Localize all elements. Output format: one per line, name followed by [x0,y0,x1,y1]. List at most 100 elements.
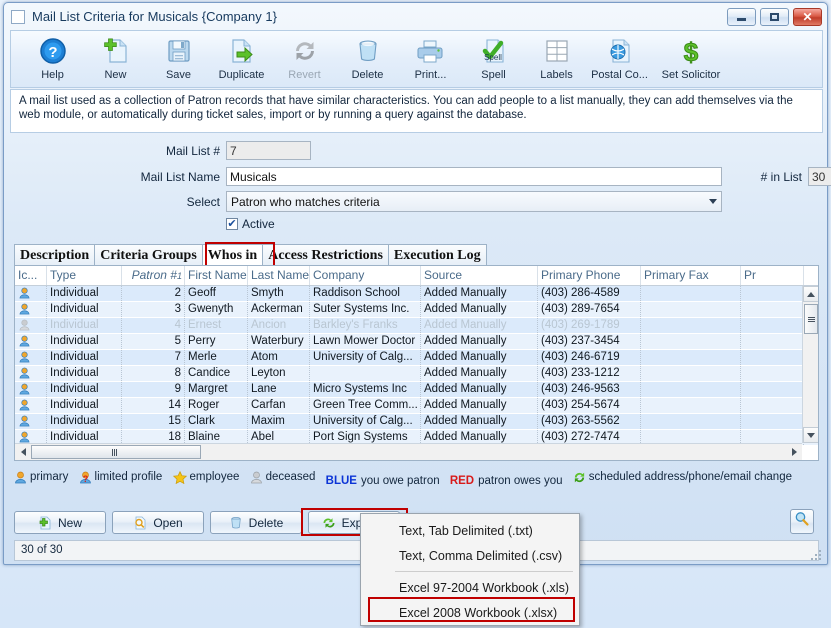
cell-pr [741,334,804,349]
search-button[interactable] [790,509,814,534]
column-header-source[interactable]: Source [421,266,538,285]
table-row[interactable]: Individual 7 Merle Atom University of Calg..… [15,350,818,366]
postal-code-icon [606,36,634,66]
cell-patron-number: 9 [122,382,185,397]
vertical-scroll-thumb[interactable] [804,304,818,334]
cell-last-name: Maxim [248,414,310,429]
table-row[interactable]: Individual 4 Ernest Ancion Barkley's Franks A… [15,318,818,334]
grid-horizontal-scrollbar[interactable] [15,443,802,460]
horizontal-scroll-thumb[interactable] [31,445,201,459]
cell-patron-number: 5 [122,334,185,349]
open-button[interactable]: Open [112,511,204,534]
column-header-type[interactable]: Type [47,266,122,285]
cell-primary-fax [641,334,741,349]
select-row: Select Patron who matches criteria [10,191,722,212]
svg-text:Spell: Spell [484,53,502,62]
menu-item-text-tab-delimited[interactable]: Text, Tab Delimited (.txt) [361,518,579,543]
column-header-company[interactable]: Company [310,266,421,285]
legend-item-limited-profile: ? limited profile [79,469,162,486]
new-button[interactable]: New [14,511,106,534]
maximize-button[interactable] [760,8,789,26]
set-solicitor-icon: $ [677,36,705,66]
cell-primary-phone: (403) 254-5674 [538,398,641,413]
toolbar-button-delete[interactable]: Delete [336,34,399,86]
menu-item-excel-2008[interactable]: Excel 2008 Workbook (.xlsx) [361,600,579,625]
toolbar-button-new[interactable]: New [84,34,147,86]
table-row[interactable]: Individual 3 Gwenyth Ackerman Suter Systems … [15,302,818,318]
toolbar-button-revert[interactable]: Revert [273,34,336,86]
scroll-up-button[interactable] [803,286,818,302]
toolbar-button-spell[interactable]: Spell Spell [462,34,525,86]
toolbar-button-help[interactable]: ? Help [21,34,84,86]
magnifier-icon [794,511,810,532]
active-label: Active [242,217,275,231]
mail-list-number-label: Mail List # [165,143,220,158]
scroll-left-button[interactable] [15,444,31,460]
table-row[interactable]: Individual 5 Perry Waterbury Lawn Mower Doct… [15,334,818,350]
resize-grip[interactable] [809,548,821,560]
mail-list-name-field[interactable]: Musicals [226,167,722,186]
toolbar-button-postal-code[interactable]: Postal Co... [588,34,651,86]
cell-patron-number: 4 [122,318,185,333]
arrow-up-icon [807,291,815,297]
tab-description[interactable]: Description [14,244,96,266]
cell-primary-phone: (403) 263-5562 [538,414,641,429]
active-checkbox[interactable]: ✔ Active [226,217,275,231]
print-icon [417,36,445,66]
cell-primary-phone: (403) 286-4589 [538,286,641,301]
grid-vertical-scrollbar[interactable] [802,286,818,443]
cell-primary-fax [641,318,741,333]
cell-type: Individual [47,334,122,349]
tab-bar: Description Criteria Groups Whos in Acce… [14,244,487,266]
toolbar-label: Set Solicitor [661,69,721,81]
table-row[interactable]: Individual 2 Geoff Smyth Raddison School Adde… [15,286,818,302]
title-bar: Mail List Criteria for Musicals {Company… [4,3,827,30]
toolbar-button-duplicate[interactable]: Duplicate [210,34,273,86]
delete-button[interactable]: Delete [210,511,302,534]
table-row[interactable]: Individual 15 Clark Maxim University of Calg… [15,414,818,430]
cell-type: Individual [47,414,122,429]
table-row[interactable]: Individual 8 Candice Leyton Added Manually (4… [15,366,818,382]
table-row[interactable]: Individual 14 Roger Carfan Green Tree Comm..… [15,398,818,414]
open-icon [133,516,147,530]
scroll-down-button[interactable] [803,427,818,443]
tab-execution-log[interactable]: Execution Log [387,244,487,266]
select-dropdown[interactable]: Patron who matches criteria [226,191,722,212]
delete-icon [229,516,243,530]
column-header-last-name[interactable]: Last Name [248,266,310,285]
cell-pr [741,318,804,333]
new-icon [38,516,52,530]
legend-item-employee: employee [172,469,239,486]
column-header-primary-fax[interactable]: Primary Fax [641,266,741,285]
legend-item-red: RED patron owes you [450,473,563,490]
column-header-icon[interactable]: Ic... [15,266,47,285]
cell-primary-fax [641,382,741,397]
table-row[interactable]: Individual 9 Margret Lane Micro Systems Inc A… [15,382,818,398]
toolbar-button-set-solicitor[interactable]: $ Set Solicitor [651,34,731,86]
menu-item-text-comma-delimited[interactable]: Text, Comma Delimited (.csv) [361,543,579,568]
mail-list-number-field[interactable]: 7 [226,141,311,160]
cell-source: Added Manually [421,318,538,333]
column-header-patron-number[interactable]: Patron #1 [122,266,185,285]
cell-company: Suter Systems Inc. [310,302,421,317]
scroll-right-button[interactable] [786,444,802,460]
column-header-pr[interactable]: Pr [741,266,804,285]
tab-whos-in[interactable]: Whos in [201,244,264,266]
tab-access-restrictions[interactable]: Access Restrictions [262,244,389,266]
toolbar-button-save[interactable]: Save [147,34,210,86]
cell-patron-number: 8 [122,366,185,381]
toolbar-button-print[interactable]: Print... [399,34,462,86]
column-header-patron-number-label: Patron # [131,268,177,282]
minimize-button[interactable] [727,8,756,26]
open-button-label: Open [153,515,183,530]
toolbar-button-labels[interactable]: Labels [525,34,588,86]
column-header-first-name[interactable]: First Name [185,266,248,285]
cell-patron-number: 7 [122,350,185,365]
scheduled-change-icon [573,471,586,484]
cell-patron-number: 3 [122,302,185,317]
patron-primary-icon [15,382,47,397]
column-header-primary-phone[interactable]: Primary Phone [538,266,641,285]
tab-criteria-groups[interactable]: Criteria Groups [94,244,203,266]
close-button[interactable]: ✕ [793,8,822,26]
menu-item-excel-97-2004[interactable]: Excel 97-2004 Workbook (.xls) [361,575,579,600]
